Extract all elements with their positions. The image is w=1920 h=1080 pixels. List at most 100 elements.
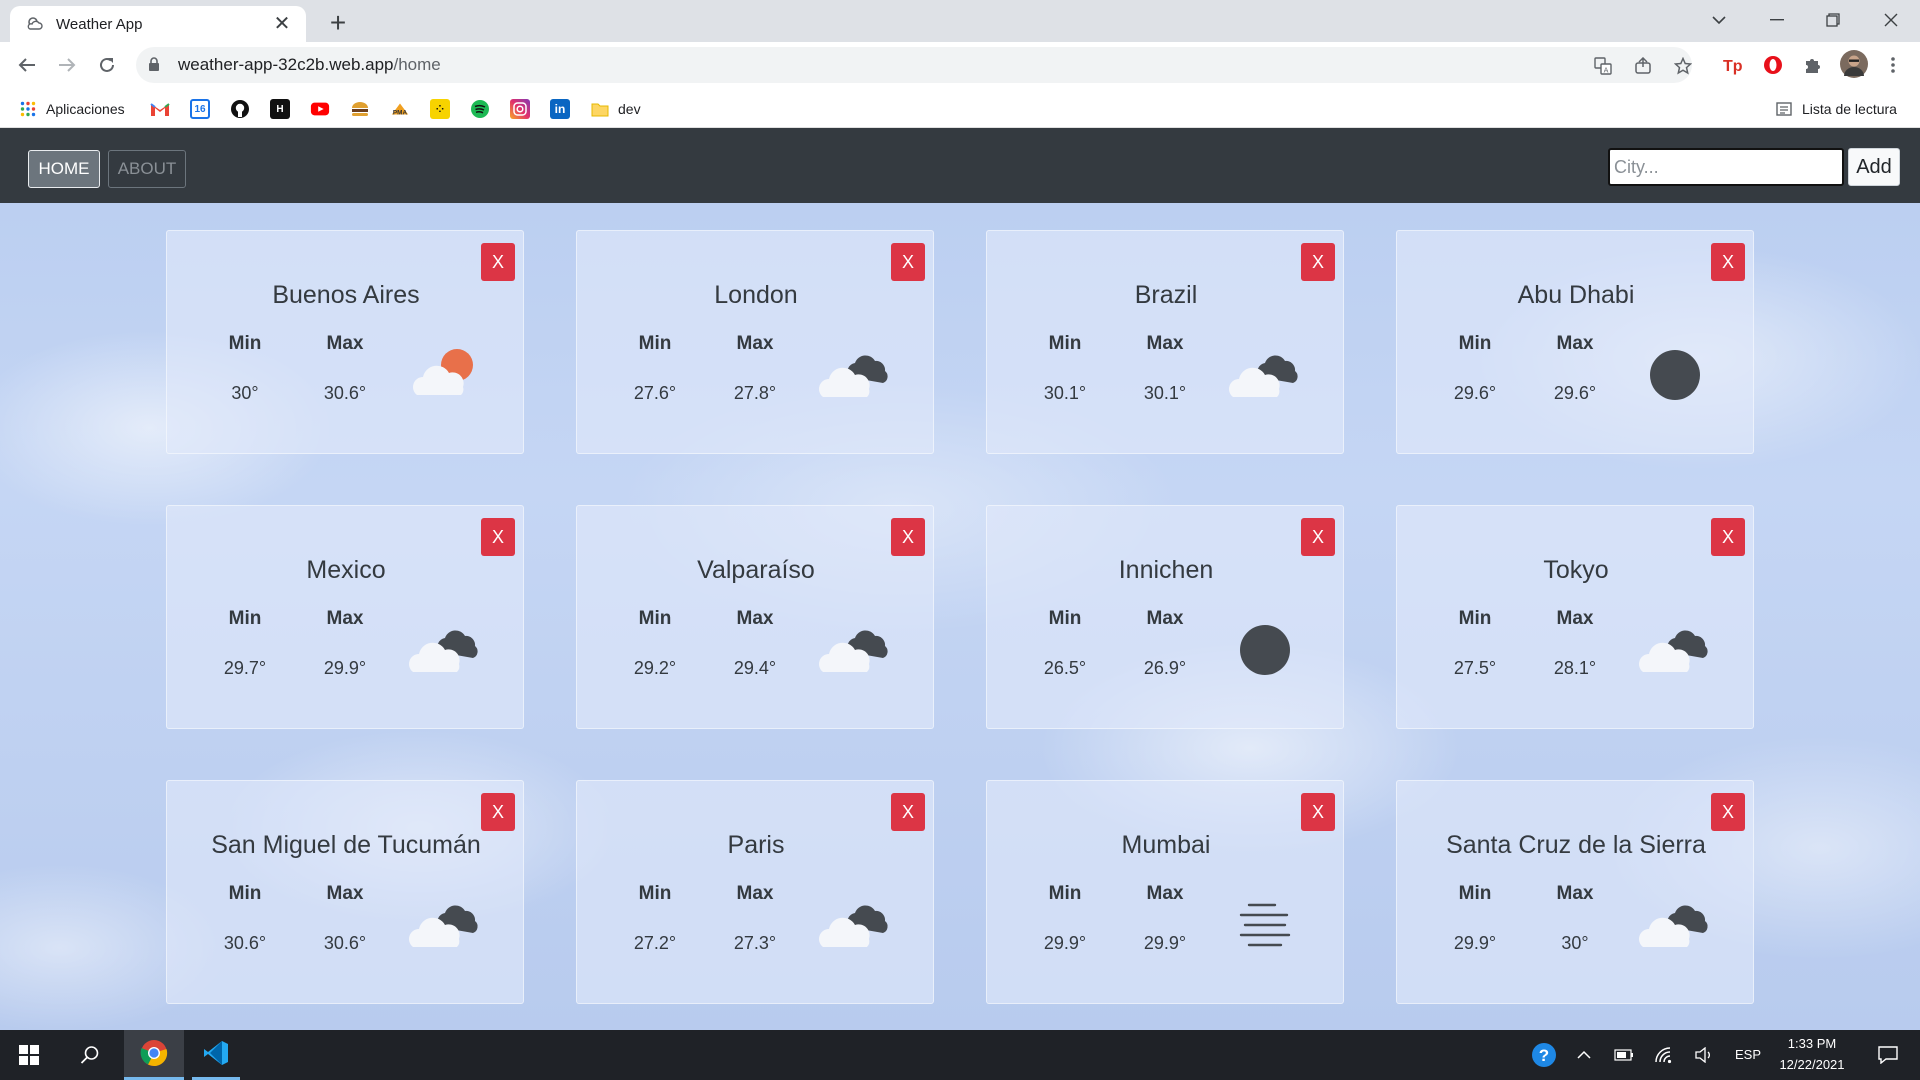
max-temp: 29.6°	[1553, 383, 1597, 403]
bookmark-pma[interactable]: PMA	[390, 98, 410, 120]
min-label: Min	[1458, 883, 1492, 904]
remove-city-button[interactable]: X	[891, 518, 925, 556]
notifications-icon[interactable]	[1866, 1030, 1910, 1080]
yellow-app-icon: ⁘	[430, 99, 450, 119]
tab-search-icon[interactable]	[1690, 0, 1748, 40]
wifi-icon[interactable]	[1650, 1030, 1678, 1080]
min-temp: 27.5°	[1453, 658, 1497, 678]
battery-icon[interactable]	[1610, 1030, 1638, 1080]
tp-extension-icon[interactable]: Tp	[1722, 54, 1744, 76]
max-label: Max	[736, 333, 774, 354]
windows-start-icon[interactable]	[0, 1030, 58, 1080]
remove-city-button[interactable]: X	[891, 793, 925, 831]
bookmark-instagram[interactable]	[510, 98, 530, 120]
min-temp: 27.2°	[633, 933, 677, 953]
min-label: Min	[1048, 608, 1082, 629]
taskbar-chrome[interactable]	[124, 1030, 184, 1080]
city-card: X Mumbai Min Max 29.9° 29.9°	[986, 780, 1344, 1004]
extensions-puzzle-icon[interactable]	[1802, 54, 1824, 76]
burger-icon	[350, 99, 370, 119]
back-arrow-icon[interactable]	[12, 50, 42, 80]
remove-city-button[interactable]: X	[1301, 518, 1335, 556]
language-indicator[interactable]: ESP	[1732, 1047, 1764, 1062]
volume-icon[interactable]	[1690, 1030, 1718, 1080]
opera-extension-icon[interactable]	[1762, 54, 1784, 76]
bookmark-github[interactable]	[230, 98, 250, 120]
bookmark-hdtv[interactable]: H	[270, 98, 290, 120]
city-name: Buenos Aires	[272, 281, 420, 309]
github-icon	[230, 99, 250, 119]
pma-icon: PMA	[390, 99, 410, 119]
city-card: X San Miguel de Tucumán Min Max 30.6° 30.6°	[166, 780, 524, 1004]
city-name: Santa Cruz de la Sierra	[1446, 831, 1706, 859]
max-temp: 30.1°	[1143, 383, 1187, 403]
city-search-input[interactable]	[1608, 148, 1844, 186]
remove-city-button[interactable]: X	[1301, 793, 1335, 831]
city-card: X London Min Max 27.6° 27.8°	[576, 230, 934, 454]
svg-text:PMA: PMA	[393, 109, 408, 116]
minimize-icon[interactable]	[1748, 0, 1806, 40]
broken-clouds-icon	[405, 618, 485, 682]
nav-home-button[interactable]: HOME	[28, 150, 100, 188]
city-name: Brazil	[1134, 281, 1198, 309]
bookmark-yellow-app[interactable]: ⁘	[430, 98, 450, 120]
remove-city-button[interactable]: X	[1711, 518, 1745, 556]
share-icon[interactable]	[1632, 55, 1654, 77]
profile-avatar[interactable]	[1840, 50, 1868, 78]
spotify-icon	[470, 99, 490, 119]
city-card: X Santa Cruz de la Sierra Min Max 29.9° 30°	[1396, 780, 1754, 1004]
remove-city-button[interactable]: X	[481, 518, 515, 556]
broken-clouds-icon	[1225, 343, 1305, 407]
translate-icon[interactable]: A	[1592, 55, 1614, 77]
forward-arrow-icon[interactable]	[52, 50, 82, 80]
broken-clouds-icon	[815, 343, 895, 407]
taskbar-vscode[interactable]	[186, 1030, 246, 1080]
city-card: X Brazil Min Max 30.1° 30.1°	[986, 230, 1344, 454]
bookmark-burger[interactable]	[350, 98, 370, 120]
reading-list[interactable]: Lista de lectura	[1774, 98, 1897, 120]
broken-clouds-icon	[405, 893, 485, 957]
bookmark-gmail[interactable]	[150, 98, 170, 120]
help-icon[interactable]: ?	[1528, 1030, 1560, 1080]
max-temp: 26.9°	[1143, 658, 1187, 678]
show-hidden-icons-icon[interactable]	[1570, 1030, 1598, 1080]
linkedin-icon: in	[550, 99, 570, 119]
remove-city-button[interactable]: X	[1711, 793, 1745, 831]
min-temp: 29.9°	[1453, 933, 1497, 953]
bookmark-youtube[interactable]	[310, 98, 330, 120]
bookmark-apps[interactable]: Aplicaciones	[18, 98, 125, 120]
reload-icon[interactable]	[92, 50, 122, 80]
min-temp: 29.7°	[223, 658, 267, 678]
bookmark-label: dev	[618, 101, 641, 117]
remove-city-button[interactable]: X	[891, 243, 925, 281]
gmail-icon	[150, 99, 170, 119]
remove-city-button[interactable]: X	[1301, 243, 1335, 281]
city-card: X Tokyo Min Max 27.5° 28.1°	[1396, 505, 1754, 729]
bookmark-dev-folder[interactable]: dev	[590, 98, 641, 120]
min-label: Min	[228, 608, 262, 629]
taskbar-search-icon[interactable]	[62, 1030, 118, 1080]
add-city-button[interactable]: Add	[1848, 148, 1900, 186]
bookmark-calendar[interactable]: 16	[190, 98, 210, 120]
more-menu-icon[interactable]	[1882, 54, 1904, 76]
clock-date[interactable]: 12/22/2021	[1772, 1057, 1852, 1072]
bookmark-spotify[interactable]	[470, 98, 490, 120]
min-temp: 29.6°	[1453, 383, 1497, 403]
remove-city-button[interactable]: X	[1711, 243, 1745, 281]
new-tab-button[interactable]: +	[322, 8, 354, 40]
close-window-icon[interactable]	[1862, 0, 1920, 40]
clock-time[interactable]: 1:33 PM	[1772, 1036, 1852, 1051]
youtube-icon	[310, 99, 330, 119]
browser-tab-strip: Weather App ✕ +	[0, 0, 1920, 42]
address-bar[interactable]: weather-app-32c2b.web.app/home A	[136, 47, 1692, 83]
min-label: Min	[1458, 333, 1492, 354]
nav-about-button[interactable]: ABOUT	[108, 150, 186, 188]
city-name: London	[714, 281, 798, 309]
restore-icon[interactable]	[1804, 0, 1862, 40]
remove-city-button[interactable]: X	[481, 243, 515, 281]
remove-city-button[interactable]: X	[481, 793, 515, 831]
close-tab-icon[interactable]: ✕	[270, 12, 294, 36]
browser-tab[interactable]: Weather App ✕	[10, 6, 306, 42]
bookmark-star-icon[interactable]	[1672, 55, 1694, 77]
bookmark-linkedin[interactable]: in	[550, 98, 570, 120]
